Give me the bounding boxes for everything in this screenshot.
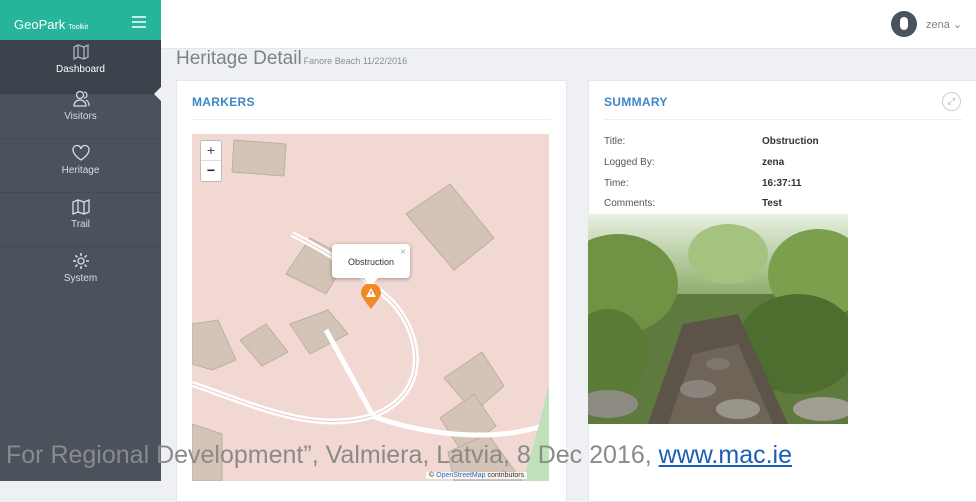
caption-text: For Regional Development”, Valmiera, Lat…	[6, 441, 659, 469]
zoom-out-button[interactable]: −	[201, 160, 221, 180]
page-title: Heritage Detail Fanore Beach 11/22/2016	[176, 48, 407, 70]
sidebar-item-label: Heritage	[61, 165, 100, 176]
sidebar-item-visitors[interactable]: Visitors	[0, 84, 161, 139]
chevron-down-icon: ⌄	[952, 19, 963, 31]
zoom-in-button[interactable]: +	[201, 141, 221, 160]
sidebar: GeoPark Toolkit Dashboard Visitors Herita…	[0, 0, 162, 481]
field-label-comments: Comments:	[604, 198, 656, 209]
map-icon	[72, 43, 89, 61]
markers-title: MARKERS	[192, 95, 255, 109]
attribution-suffix: contributors	[487, 472, 525, 479]
gear-icon	[72, 253, 89, 269]
heart-icon	[71, 144, 90, 161]
summary-title: SUMMARY	[604, 95, 668, 109]
sidebar-item-system[interactable]: System	[0, 246, 161, 300]
map-attribution: © OpenStreetMap contributors	[426, 472, 528, 479]
field-value-time: 16:37:11	[762, 178, 802, 189]
user-avatar[interactable]	[891, 11, 917, 37]
sidebar-item-label: System	[63, 273, 98, 284]
map-icon	[71, 199, 90, 215]
attribution-link[interactable]: OpenStreetMap	[436, 472, 485, 479]
brand-suffix: Toolkit	[68, 24, 89, 31]
sidebar-item-label: Dashboard	[56, 64, 105, 75]
sidebar-item-trail[interactable]: Trail	[0, 192, 161, 247]
app-logo[interactable]: GeoPark Toolkit	[14, 17, 88, 32]
panel-divider	[604, 119, 962, 120]
sidebar-item-heritage[interactable]: Heritage	[0, 138, 161, 193]
field-label-title: Title:	[604, 136, 626, 147]
field-label-time: Time:	[604, 178, 629, 189]
user-menu[interactable]: zena ⌄	[926, 18, 962, 31]
users-icon	[72, 90, 90, 107]
field-value-comments: Test	[762, 198, 782, 209]
expand-icon[interactable]: ⤢	[942, 92, 961, 111]
field-value-logged-by: zena	[762, 157, 785, 168]
user-name: zena	[926, 19, 950, 31]
slide-caption: For Regional Development”, Valmiera, Lat…	[6, 441, 792, 470]
attribution-prefix: ©	[429, 472, 435, 479]
field-value-title: Obstruction	[762, 136, 819, 147]
heritage-photo	[588, 214, 848, 424]
close-icon[interactable]: ×	[400, 247, 406, 258]
page-title-text: Heritage Detail	[176, 48, 302, 69]
brand-name: GeoPark	[14, 17, 66, 32]
field-label-logged-by: Logged By:	[604, 157, 655, 168]
top-header	[161, 0, 976, 49]
page-subtitle: Fanore Beach 11/22/2016	[303, 56, 408, 66]
zoom-control: + −	[200, 140, 222, 182]
sidebar-item-label: Visitors	[64, 111, 97, 122]
popup-text: Obstruction	[347, 257, 395, 267]
panel-divider	[192, 119, 551, 120]
warning-marker-icon[interactable]	[360, 284, 382, 310]
menu-toggle-icon[interactable]	[132, 16, 146, 29]
marker-popup: Obstruction ×	[332, 244, 410, 286]
caption-link[interactable]: www.mac.ie	[659, 441, 792, 469]
sidebar-item-label: Trail	[70, 219, 91, 230]
